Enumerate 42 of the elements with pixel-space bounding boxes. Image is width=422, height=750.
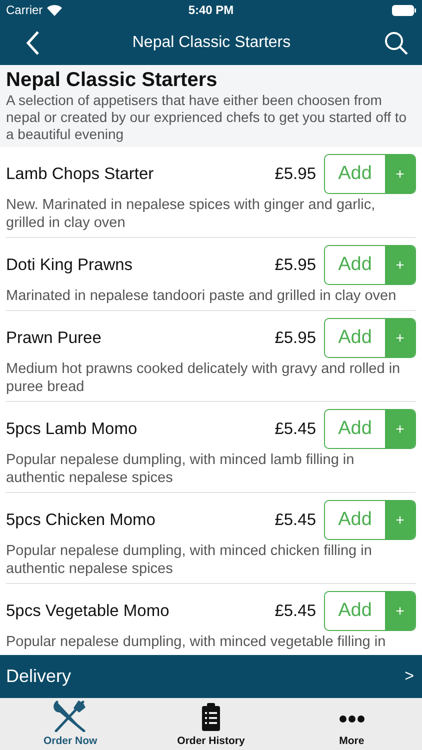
item-name: Doti King Prawns: [6, 256, 134, 274]
add-button[interactable]: Add +: [324, 318, 416, 358]
tab-item[interactable]: Order Now: [0, 698, 141, 750]
clipboard-icon: [201, 702, 221, 732]
category-title: Nepal Classic Starters: [6, 68, 218, 92]
item-description: New. Marinated in nepalese spices with ginger and garlic, grilled in clay oven: [6, 196, 376, 232]
add-button[interactable]: Add +: [324, 409, 416, 449]
chevron: >: [404, 668, 414, 686]
item-name: 5pcs Chicken Momo: [6, 510, 156, 530]
item-name: Lamb Chops Starter: [6, 164, 155, 184]
item-price: £5.45: [274, 510, 316, 530]
item-description: Popular nepalese dumpling, with minced vegetable filling in: [6, 633, 387, 651]
item-name: 5pcs Lamb Momo: [6, 420, 138, 438]
tab-item[interactable]: More: [281, 698, 422, 750]
add-button[interactable]: Add +: [324, 245, 416, 285]
battery-icon: [392, 4, 416, 16]
item-price: £5.95: [274, 164, 316, 184]
item-name: Prawn Puree: [6, 328, 102, 348]
item-description: Popular nepalese dumpling, with minced chicken filling in authentic nepalese spices: [6, 542, 373, 578]
delivery-bar[interactable]: Delivery >: [0, 655, 422, 698]
clock: 5:40 PM: [188, 3, 234, 17]
tab-item[interactable]: Order History: [140, 698, 282, 750]
category-description: A selection of appetisers that have either been choosen from nepal or created by our exprienced chefs to get you started off to a beautiful evening: [6, 92, 408, 143]
carrier-label: Carrier: [6, 3, 43, 17]
more-icon: [338, 715, 365, 723]
item-price: £5.95: [274, 256, 316, 274]
search-icon[interactable]: [384, 30, 408, 54]
item-price: £5.45: [274, 602, 316, 620]
item-price: £5.45: [274, 420, 316, 438]
delivery-label: Delivery: [6, 666, 72, 687]
item-description: Popular nepalese dumpling, with minced lamb filling in authentic nepalese spices: [6, 451, 356, 487]
item-name: 5pcs Vegetable Momo: [6, 602, 170, 620]
wifi-icon: [46, 4, 62, 16]
cutlery-icon: [53, 700, 88, 732]
nav-title: Nepal Classic Starters: [132, 34, 291, 52]
back-icon[interactable]: [26, 30, 39, 54]
add-button[interactable]: Add +: [324, 591, 416, 631]
item-price: £5.95: [274, 328, 316, 348]
item-description: Marinated in nepalese tandoori paste and grilled in clay oven: [6, 287, 398, 305]
add-button[interactable]: Add +: [324, 500, 416, 540]
item-description: Medium hot prawns cooked delicately with gravy and rolled in puree bread: [6, 360, 402, 396]
add-button[interactable]: Add +: [324, 154, 416, 194]
